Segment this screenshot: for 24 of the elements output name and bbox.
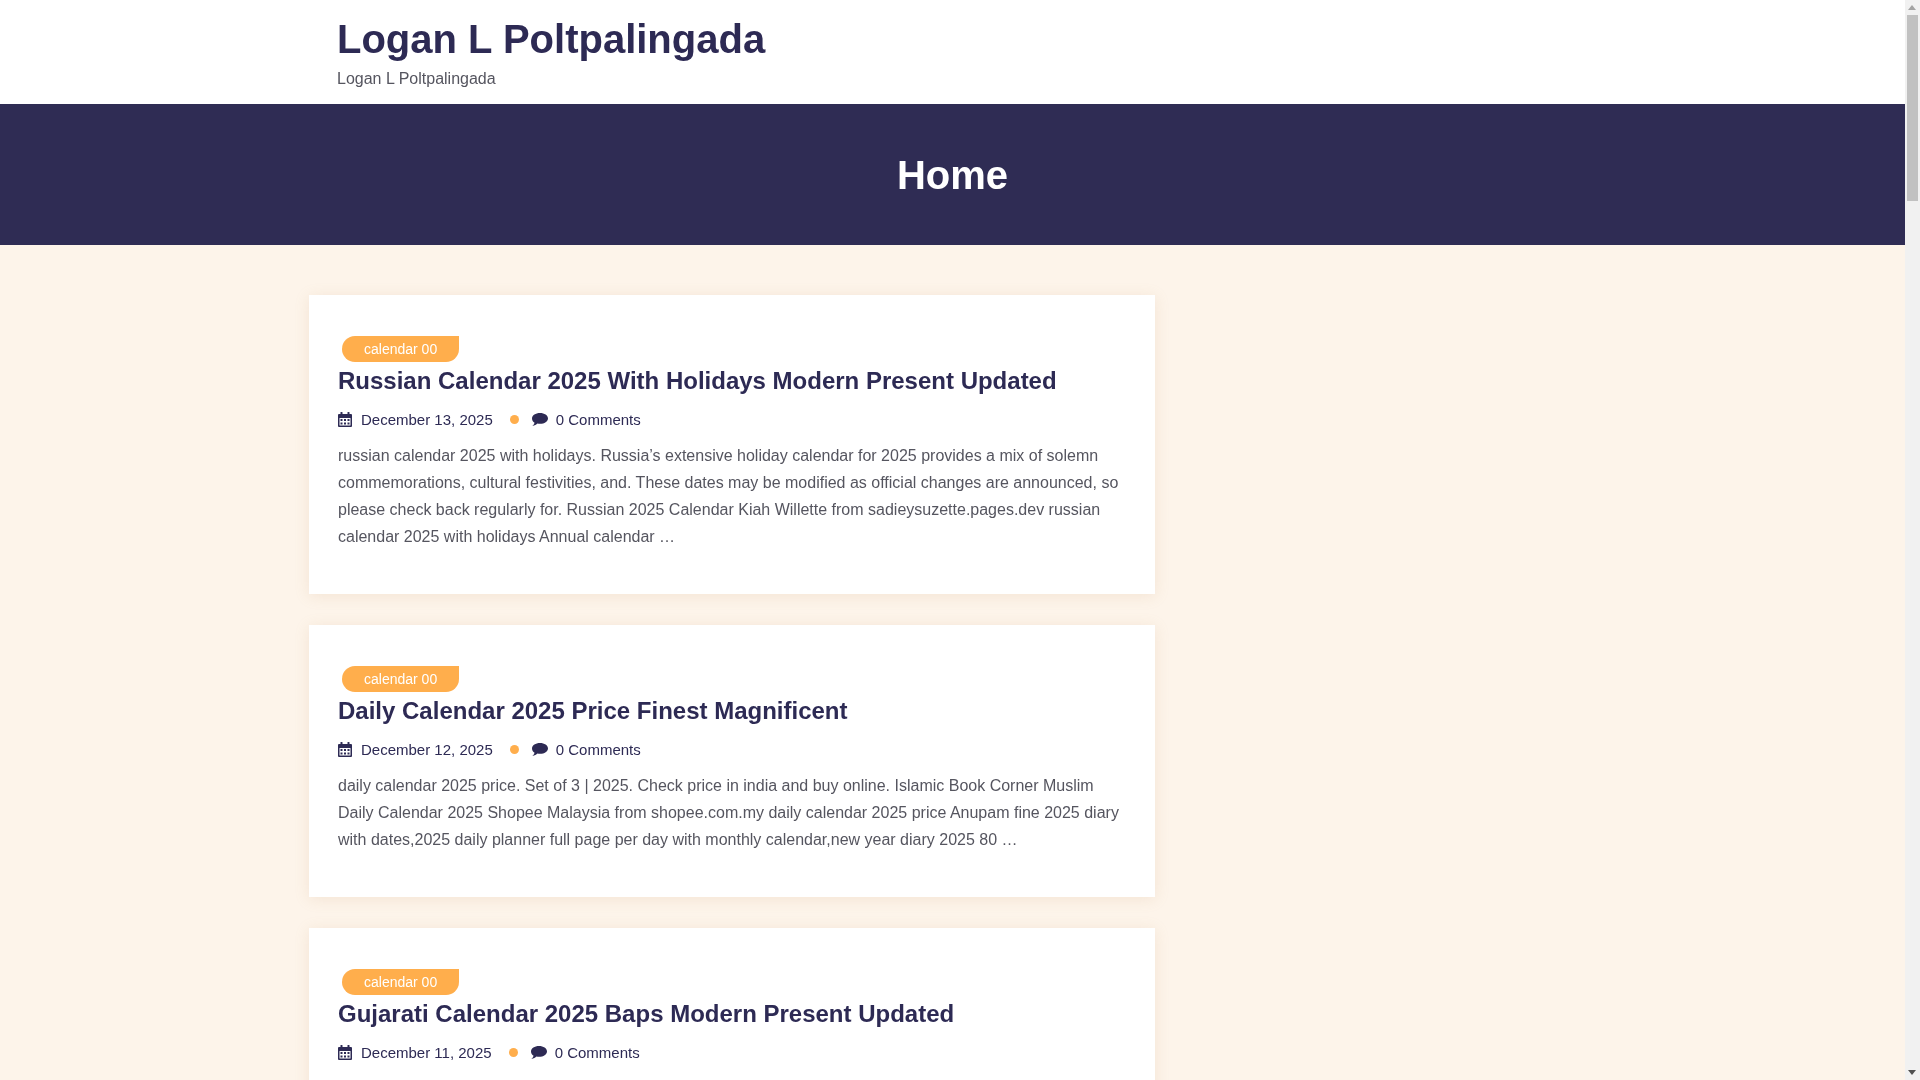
separator-dot-icon (509, 414, 519, 424)
speech-bubble-icon (531, 412, 548, 426)
calendar-icon (338, 1044, 352, 1060)
comments-link[interactable]: 0 Comments (555, 740, 641, 758)
separator-dot-icon (509, 744, 519, 754)
speech-bubble-icon (530, 1045, 547, 1059)
page-heading: Home (896, 151, 1009, 199)
calendar-icon (338, 411, 352, 427)
post-title[interactable]: Russian Calendar 2025 With Holidays Modern Present Updated (338, 367, 1057, 394)
post-title[interactable]: Gujarati Calendar 2025 Baps Modern Present Updated (338, 1000, 955, 1027)
post-date[interactable]: December 11, 2025 (361, 1043, 492, 1061)
comments-link[interactable]: 0 Comments (554, 1043, 640, 1061)
separator-dot-icon (508, 1047, 518, 1057)
site-tagline: Logan L Poltpalingada (337, 69, 496, 89)
post-date[interactable]: December 12, 2025 (361, 740, 493, 758)
calendar-icon (338, 741, 352, 757)
post-title[interactable]: Daily Calendar 2025 Price Finest Magnificent (338, 697, 848, 724)
speech-bubble-icon (531, 742, 548, 756)
post-date[interactable]: December 13, 2025 (361, 410, 493, 428)
post-excerpt: daily calendar 2025 price. Set of 3 | 2025. Check price in india and buy online. Islamic Book Corner Muslim Daily Calendar 2025 Shopee Malaysia from shopee.com.my daily calendar 2025 price Anupam fine 2025 diary with dates,2025 daily planner full page per day with monthly calendar,new year diary 2025 80 … (338, 776, 1119, 850)
comments-link[interactable]: 0 Comments (555, 410, 641, 428)
scrollbar[interactable] (1905, 0, 1920, 1080)
post-excerpt: russian calendar 2025 with holidays. Russia’s extensive holiday calendar for 2025 provides a mix of solemn commemorations, cultural festivities, and. These dates may be modified as official changes are announced, so please check back regularly for. Russian 2025 Calendar Kiah Willette from sadieysuzette.pages.dev russian calendar 2025 with holidays Annual calendar … (338, 446, 1119, 547)
site-title[interactable]: Logan L Poltpalingada (337, 15, 766, 63)
